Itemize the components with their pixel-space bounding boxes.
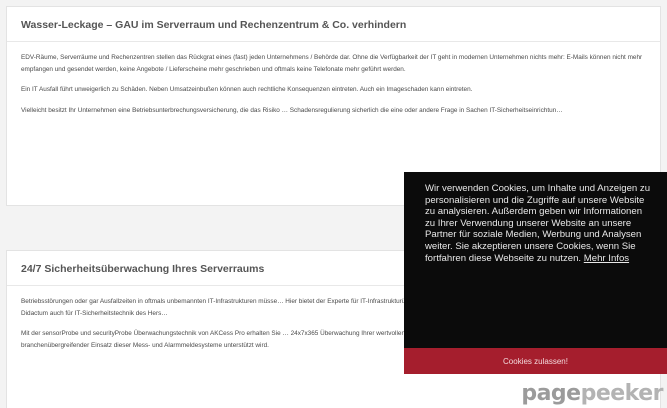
paragraph: EDV-Räume, Serverräume und Rechenzentren… [21,54,643,73]
pagepeeker-watermark-logo: page peeker [521,376,663,406]
more-info-link[interactable]: Mehr Infos [584,253,629,264]
page: Wasser-Leckage – GAU im Serverraum und R… [0,0,667,408]
card-title: Wasser-Leckage – GAU im Serverraum und R… [7,7,660,42]
watermark-part-page: page [521,381,581,406]
cookie-message: Wir verwenden Cookies, um Inhalte und An… [425,183,651,264]
paragraph: Ein IT Ausfall führt unweigerlich zu Sch… [21,86,473,93]
accept-cookies-button[interactable]: Cookies zulassen! [404,348,667,374]
card-body: EDV-Räume, Serverräume und Rechenzentren… [7,42,660,116]
cookie-banner: Wir verwenden Cookies, um Inhalte und An… [404,172,667,348]
cookie-notice-text: Wir verwenden Cookies, um Inhalte und An… [425,183,651,264]
watermark-part-peeker: peeker [580,381,664,406]
paragraph: Vielleicht besitzt Ihr Unternehmen eine … [21,106,563,114]
